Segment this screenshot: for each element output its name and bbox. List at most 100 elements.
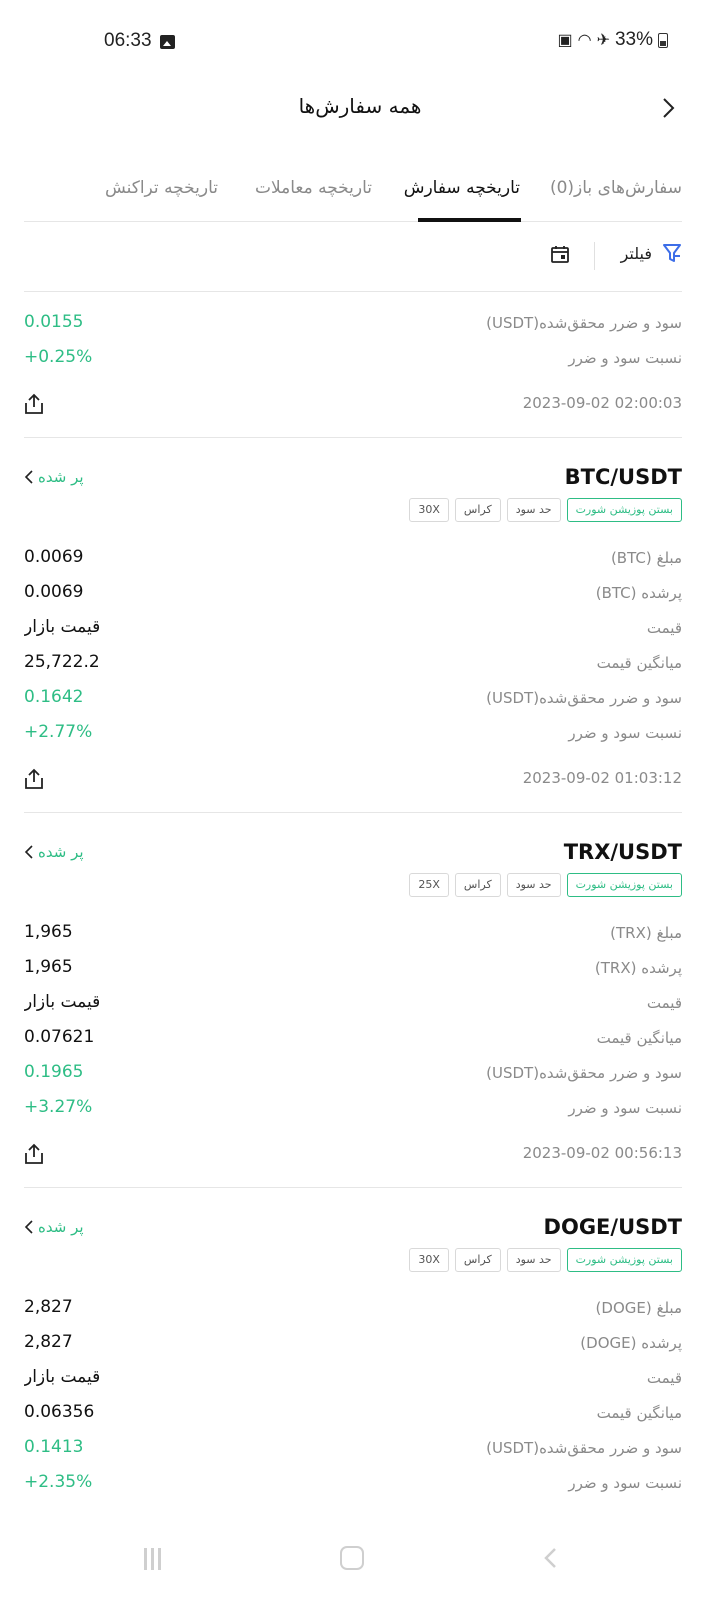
back-button[interactable]	[656, 96, 680, 120]
row-label: نسبت سود و ضرر	[568, 1099, 682, 1117]
chevron-left-icon	[24, 845, 33, 859]
tab-transaction-history[interactable]: تاریخچه تراکنش	[105, 178, 218, 198]
row-label: پرشده (BTC)	[595, 584, 682, 602]
row-value: 0.06356	[24, 1402, 95, 1422]
share-icon	[25, 393, 43, 414]
sim-icon: ▣	[557, 32, 573, 49]
row-label: نسبت سود و ضرر	[568, 1474, 682, 1492]
tag-margin-mode: کراس	[454, 498, 501, 522]
filter-separator	[594, 242, 595, 270]
pair-name: TRX/USDT	[563, 840, 682, 864]
row-label: سود و ضرر محقق‌شده(USDT)	[486, 1064, 682, 1082]
tab-trade-history[interactable]: تاریخچه معاملات	[255, 178, 372, 198]
row-label: پرشده (DOGE)	[580, 1334, 682, 1352]
row-value: +2.77%	[24, 722, 93, 742]
battery-percent: 33%	[614, 29, 653, 50]
order-timestamp: 2023-09-02 00:56:13	[522, 1144, 682, 1162]
row-value: 0.1642	[24, 687, 84, 707]
detail-row: سود و ضرر محقق‌شده(USDT) 0.1413	[24, 1434, 682, 1464]
order-status: پر شده	[38, 843, 84, 861]
tag-take-profit: حد سود	[506, 498, 561, 522]
row-value: +2.35%	[24, 1472, 93, 1492]
card-divider	[24, 437, 682, 438]
row-value: 0.0069	[24, 582, 84, 602]
order-status-link[interactable]: پر شده	[24, 468, 84, 486]
row-value: 2,827	[24, 1297, 73, 1317]
status-time: 06:33	[104, 30, 152, 51]
tab-open-orders[interactable]: سفارش‌های باز(0)	[550, 178, 682, 198]
detail-row: میانگین قیمت 25,722.2	[24, 649, 682, 679]
order-tags: بستن پوزیشن شورت حد سود کراس 30X	[409, 1248, 682, 1272]
airplane-icon: ✈	[596, 32, 610, 49]
detail-row: قیمت قیمت بازار	[24, 989, 682, 1019]
row-value: 1,965	[24, 922, 73, 942]
row-label: میانگین قیمت	[596, 654, 682, 672]
detail-row: سود و ضرر محقق‌شده(USDT) 0.1965	[24, 1059, 682, 1089]
order-tags: بستن پوزیشن شورت حد سود کراس 25X	[409, 873, 682, 897]
filter-button[interactable]: فیلتر	[621, 242, 682, 264]
row-label: قیمت	[646, 1369, 682, 1387]
tag-close-short: بستن پوزیشن شورت	[566, 498, 682, 522]
row-value: +3.27%	[24, 1097, 93, 1117]
home-button[interactable]	[340, 1546, 364, 1570]
row-value: +0.25%	[24, 347, 93, 367]
row-value: 25,722.2	[24, 652, 100, 672]
detail-row: قیمت قیمت بازار	[24, 614, 682, 644]
date-picker-button[interactable]	[550, 244, 570, 264]
row-label: قیمت	[646, 994, 682, 1012]
order-tags: بستن پوزیشن شورت حد سود کراس 30X	[409, 498, 682, 522]
system-nav-bar	[0, 1520, 720, 1600]
recent-apps-button[interactable]	[144, 1548, 166, 1570]
tag-margin-mode: کراس	[454, 873, 501, 897]
detail-row: نسبت سود و ضرر +3.27%	[24, 1094, 682, 1124]
chevron-left-icon	[24, 470, 33, 484]
chevron-left-icon	[24, 1220, 33, 1234]
pair-name: BTC/USDT	[564, 465, 682, 489]
order-timestamp: 2023-09-02 02:00:03	[522, 394, 682, 412]
row-value: 0.0155	[24, 312, 84, 332]
detail-row: نسبت سود و ضرر +2.77%	[24, 719, 682, 749]
order-status-link[interactable]: پر شده	[24, 843, 84, 861]
tag-take-profit: حد سود	[506, 873, 561, 897]
tag-close-short: بستن پوزیشن شورت	[566, 1248, 682, 1272]
filter-bar: فیلتر	[24, 222, 682, 292]
system-back-button[interactable]	[540, 1546, 564, 1570]
order-status: پر شده	[38, 1218, 84, 1236]
order-status-link[interactable]: پر شده	[24, 1218, 84, 1236]
row-value: 0.1965	[24, 1062, 84, 1082]
page-title: همه سفارش‌ها	[298, 94, 422, 118]
order-timestamp: 2023-09-02 01:03:12	[522, 769, 682, 787]
calendar-icon	[551, 246, 569, 263]
row-label: مبلغ (BTC)	[610, 549, 682, 567]
detail-row: پرشده (DOGE) 2,827	[24, 1329, 682, 1359]
detail-row: قیمت قیمت بازار	[24, 1364, 682, 1394]
row-label: پرشده (TRX)	[594, 959, 682, 977]
share-button[interactable]	[24, 1143, 44, 1165]
detail-row: پرشده (BTC) 0.0069	[24, 579, 682, 609]
row-value: 0.1413	[24, 1437, 84, 1457]
row-label: سود و ضرر محقق‌شده(USDT)	[486, 1439, 682, 1457]
row-label: میانگین قیمت	[596, 1404, 682, 1422]
tab-order-history[interactable]: تاریخچه سفارش	[404, 178, 520, 198]
tag-leverage: 25X	[409, 873, 449, 897]
detail-row: نسبت سود و ضرر +2.35%	[24, 1469, 682, 1499]
row-label: قیمت	[646, 619, 682, 637]
share-button[interactable]	[24, 393, 44, 415]
row-label: مبلغ (TRX)	[610, 924, 682, 942]
row-label: نسبت سود و ضرر	[568, 724, 682, 742]
row-value: 1,965	[24, 957, 73, 977]
row-value: 0.0069	[24, 547, 84, 567]
tag-leverage: 30X	[409, 498, 449, 522]
row-value: 2,827	[24, 1332, 73, 1352]
share-button[interactable]	[24, 768, 44, 790]
order-status: پر شده	[38, 468, 84, 486]
row-label: میانگین قیمت	[596, 1029, 682, 1047]
pair-name: DOGE/USDT	[543, 1215, 682, 1239]
row-label: نسبت سود و ضرر	[568, 349, 682, 367]
row-label: سود و ضرر محقق‌شده(USDT)	[486, 314, 682, 332]
share-icon	[25, 768, 43, 789]
back-arrow-icon	[544, 1548, 556, 1568]
detail-row: پرشده (TRX) 1,965	[24, 954, 682, 984]
row-label: سود و ضرر محقق‌شده(USDT)	[486, 689, 682, 707]
wifi-icon: ◠	[577, 32, 592, 49]
